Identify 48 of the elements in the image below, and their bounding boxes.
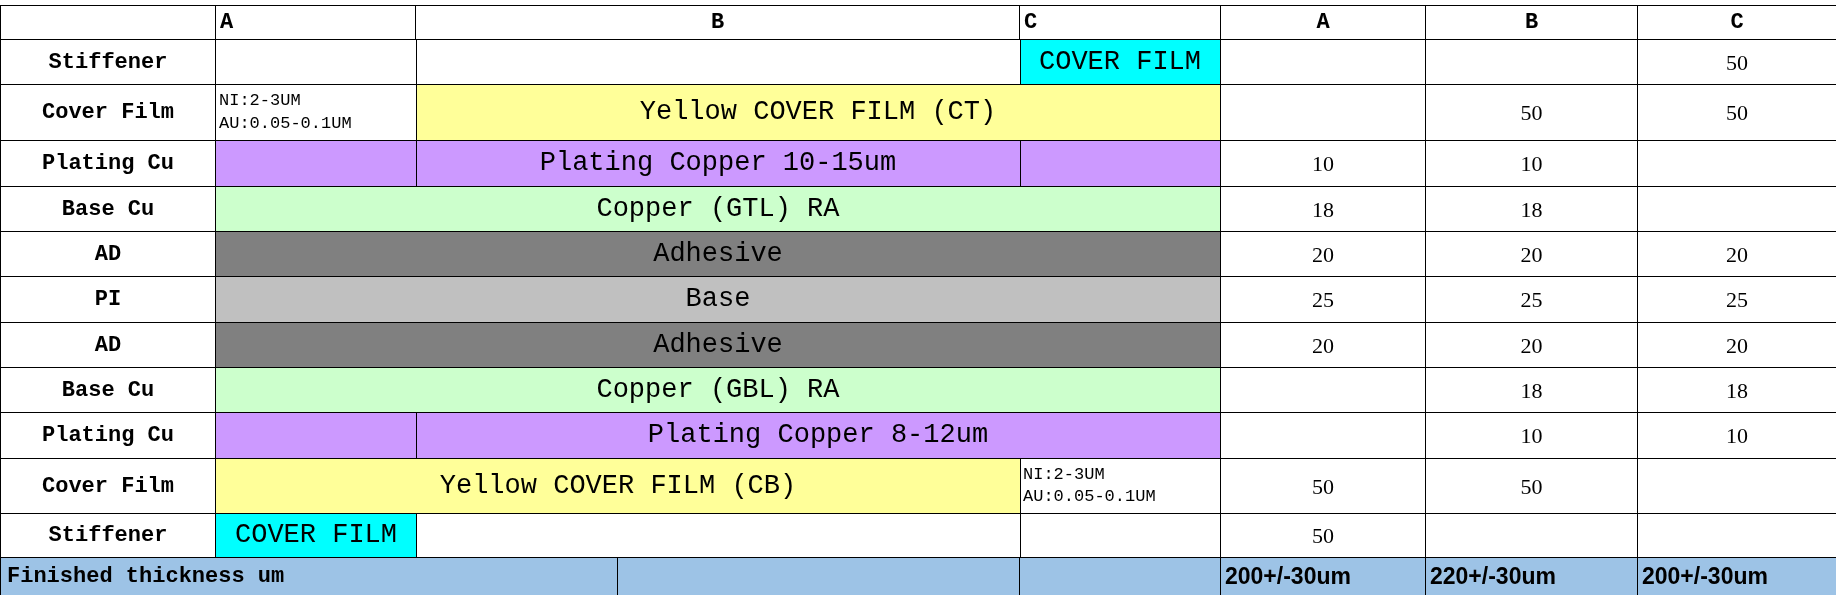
layer-label: Base Cu <box>1 368 216 413</box>
thickness-cell: 25 <box>1221 277 1426 323</box>
thickness-cell: 10 <box>1426 413 1638 459</box>
layer-label: AD <box>1 232 216 277</box>
layer-label: Base Cu <box>1 187 216 232</box>
footer-label: Finished thickness um <box>1 558 618 595</box>
thickness-cell: 50 <box>1221 514 1426 558</box>
layer-cell: Adhesive <box>216 232 1221 277</box>
plating-note: NI:2-3UM AU:0.05-0.1UM <box>1020 459 1221 514</box>
layer-cell: Base <box>216 277 1221 323</box>
thickness-cell: 20 <box>1221 232 1426 277</box>
layer-cell: Copper (GBL) RA <box>216 368 1221 413</box>
layer-cell: Yellow COVER FILM (CB) <box>216 459 1020 514</box>
thickness-cell: 50 <box>1221 459 1426 514</box>
column-header: B <box>416 6 1020 40</box>
layer-label: Stiffener <box>1 40 216 85</box>
layer-cell: Copper (GTL) RA <box>216 187 1221 232</box>
layer-cell: Adhesive <box>216 323 1221 368</box>
thickness-cell: 18 <box>1426 187 1638 232</box>
total-cell: 200+/-30um <box>1638 558 1836 595</box>
thickness-cell: 10 <box>1221 141 1426 187</box>
total-cell: 220+/-30um <box>1426 558 1638 595</box>
layer-label: Cover Film <box>1 85 216 141</box>
layer-label: Cover Film <box>1 459 216 514</box>
column-header: A <box>216 6 416 40</box>
layer-cell: Plating Copper 10-15um <box>416 141 1020 187</box>
thickness-cell: 18 <box>1426 368 1638 413</box>
thickness-cell: 20 <box>1221 323 1426 368</box>
layer-label: AD <box>1 323 216 368</box>
column-header: C <box>1020 6 1221 40</box>
thickness-cell: 20 <box>1426 232 1638 277</box>
layer-label: Plating Cu <box>1 413 216 459</box>
layer-cell: Plating Copper 8-12um <box>416 413 1221 459</box>
thickness-cell: 50 <box>1426 459 1638 514</box>
thickness-cell: 20 <box>1426 323 1638 368</box>
column-header: A <box>1221 6 1426 40</box>
thickness-cell: 50 <box>1426 85 1638 141</box>
layer-label: Plating Cu <box>1 141 216 187</box>
total-cell: 200+/-30um <box>1221 558 1426 595</box>
layer-label: PI <box>1 277 216 323</box>
layer-cell: COVER FILM <box>1020 40 1221 85</box>
layer-label: Stiffener <box>1 514 216 558</box>
column-header: B <box>1426 6 1638 40</box>
thickness-cell: 25 <box>1426 277 1638 323</box>
thickness-cell: 18 <box>1221 187 1426 232</box>
thickness-cell: 10 <box>1426 141 1638 187</box>
layer-cell: COVER FILM <box>216 514 416 558</box>
layer-cell: Yellow COVER FILM (CT) <box>416 85 1221 141</box>
